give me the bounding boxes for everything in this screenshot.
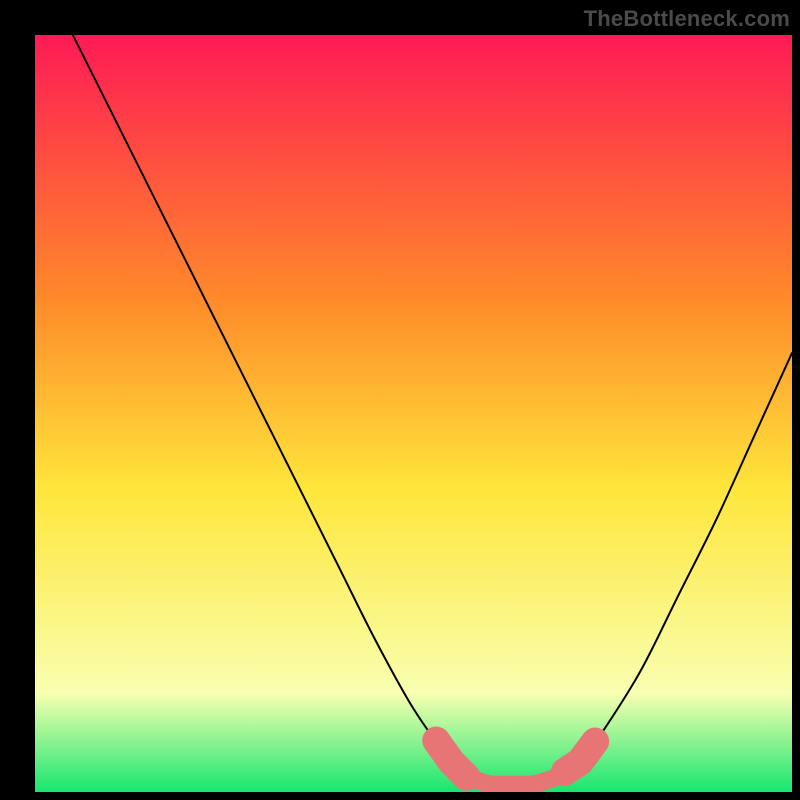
plot-area (35, 35, 792, 792)
watermark-text: TheBottleneck.com (584, 6, 790, 32)
background-gradient (35, 35, 792, 792)
chart-frame: TheBottleneck.com (0, 0, 800, 800)
